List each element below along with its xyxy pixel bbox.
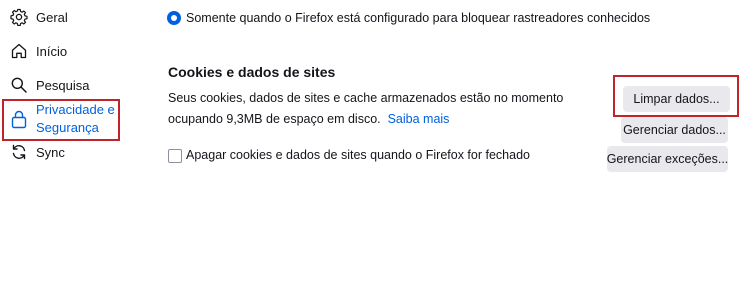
gear-icon	[10, 8, 28, 26]
preferences-page: Geral Início Pesquisa Privacidade e Segu…	[0, 0, 750, 300]
sidebar-item-label: Sync	[36, 144, 65, 160]
sidebar-item-label: Pesquisa	[36, 77, 90, 93]
radio-dot	[171, 15, 177, 21]
lock-icon	[11, 110, 27, 129]
manage-exceptions-button[interactable]: Gerenciar exceções...	[607, 146, 728, 172]
cookies-description-text: Seus cookies, dados de sites e cache arm…	[168, 91, 564, 126]
clear-data-button[interactable]: Limpar dados...	[623, 86, 730, 112]
sync-icon	[12, 144, 26, 160]
clear-on-close-label: Apagar cookies e dados de sites quando o…	[186, 148, 530, 162]
sidebar-item-home[interactable]: Início	[10, 42, 67, 60]
sidebar-item-label: Início	[36, 43, 68, 59]
sidebar-item-general[interactable]: Geral	[10, 8, 68, 26]
sidebar-item-search[interactable]: Pesquisa	[10, 76, 89, 94]
tracking-radio-label: Somente quando o Firefox está configurad…	[186, 11, 651, 25]
cookies-heading: Cookies e dados de sites	[168, 64, 336, 80]
sidebar-item-sync[interactable]: Sync	[10, 143, 65, 161]
home-icon	[11, 43, 27, 59]
tracking-radio[interactable]	[167, 11, 181, 25]
clear-on-close-checkbox[interactable]	[168, 149, 182, 163]
sidebar-item-privacy[interactable]: Privacidade e Segurança	[10, 101, 116, 137]
search-icon	[11, 77, 27, 93]
learn-more-link[interactable]: Saiba mais	[388, 112, 450, 126]
sidebar-item-label: Geral	[36, 9, 68, 25]
sidebar-item-label: Privacidade e Segurança	[36, 102, 115, 135]
manage-data-button[interactable]: Gerenciar dados...	[621, 117, 728, 143]
cookies-description: Seus cookies, dados de sites e cache arm…	[168, 88, 598, 130]
